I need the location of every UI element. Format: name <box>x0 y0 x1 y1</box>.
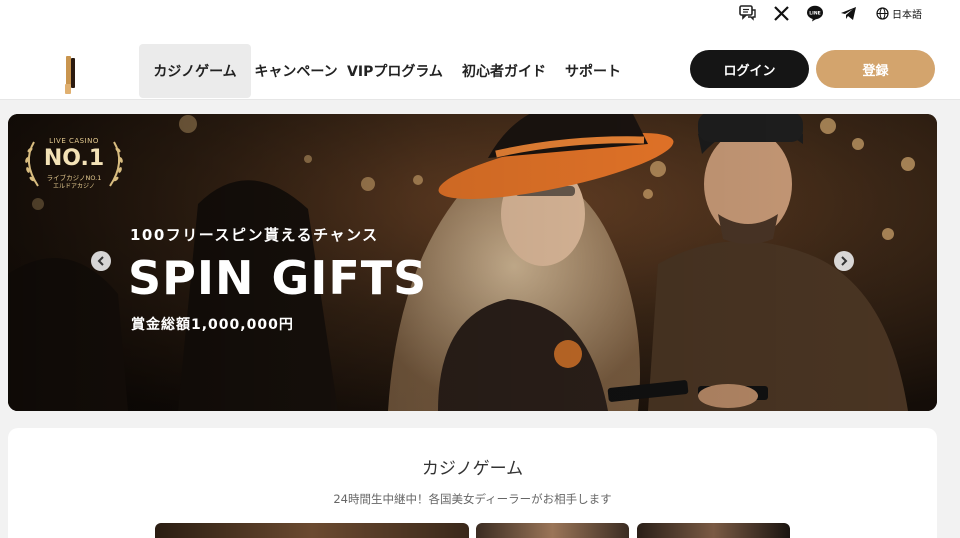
nav-label: カジノゲーム <box>153 64 237 80</box>
badge-line2: エルドアカジノ <box>53 183 95 190</box>
register-button[interactable]: 登録 <box>816 50 935 88</box>
svg-text:LINE: LINE <box>809 10 820 16</box>
x-icon[interactable] <box>771 3 791 23</box>
hero-pretitle: 100フリースピン貰えるチャンス <box>130 226 379 244</box>
login-button[interactable]: ログイン <box>690 50 809 88</box>
section-title: カジノゲーム <box>421 459 524 479</box>
top-utility-bar: LINE 日本語 <box>0 0 960 26</box>
line-icon[interactable]: LINE <box>805 3 825 23</box>
carousel-next-button[interactable] <box>834 251 854 271</box>
language-label: 日本語 <box>892 9 922 21</box>
chat-icon[interactable] <box>738 3 758 23</box>
casino-games-section: カジノゲーム 24時間生中継中！各国美女ディーラーがお相手します <box>8 428 937 538</box>
chevron-left-icon <box>97 256 104 266</box>
main-header: カジノゲーム キャンペーン VIPプログラム 初心者ガイド サポート ログイン … <box>0 26 960 100</box>
hero-subtitle: 賞金総額1,000,000円 <box>131 317 294 333</box>
hero-banner[interactable]: LIVE CASINO NO.1 ライブカジノNO.1 エルドアカジノ 100フ… <box>8 114 937 411</box>
nav-beginners-guide[interactable]: 初心者ガイド <box>458 44 550 98</box>
carousel-prev-button[interactable] <box>91 251 111 271</box>
nav-vip-program[interactable]: VIPプログラム <box>346 44 444 98</box>
nav-label: キャンペーン <box>254 64 338 80</box>
game-thumbnail[interactable] <box>637 523 790 538</box>
nav-casino-games[interactable]: カジノゲーム <box>139 44 251 98</box>
live-casino-no1-badge: LIVE CASINO NO.1 ライブカジノNO.1 エルドアカジノ <box>20 134 128 192</box>
nav-campaigns[interactable]: キャンペーン <box>251 44 341 98</box>
badge-top-text: LIVE CASINO <box>49 137 99 145</box>
section-subtitle: 24時間生中継中！各国美女ディーラーがお相手します <box>333 492 612 506</box>
site-logo[interactable] <box>62 54 78 96</box>
globe-icon <box>876 6 889 20</box>
language-selector[interactable]: 日本語 <box>876 4 922 22</box>
nav-label: サポート <box>565 64 621 80</box>
telegram-icon[interactable] <box>838 3 858 23</box>
chevron-right-icon <box>841 256 848 266</box>
nav-support[interactable]: サポート <box>561 44 625 98</box>
hero-title: SPIN GIFTS <box>128 251 428 305</box>
nav-label: 初心者ガイド <box>462 64 546 80</box>
game-thumbnail[interactable] <box>155 523 469 538</box>
nav-label: VIPプログラム <box>347 64 443 80</box>
badge-rank-text: NO.1 <box>43 146 105 171</box>
game-thumbnail[interactable] <box>476 523 629 538</box>
